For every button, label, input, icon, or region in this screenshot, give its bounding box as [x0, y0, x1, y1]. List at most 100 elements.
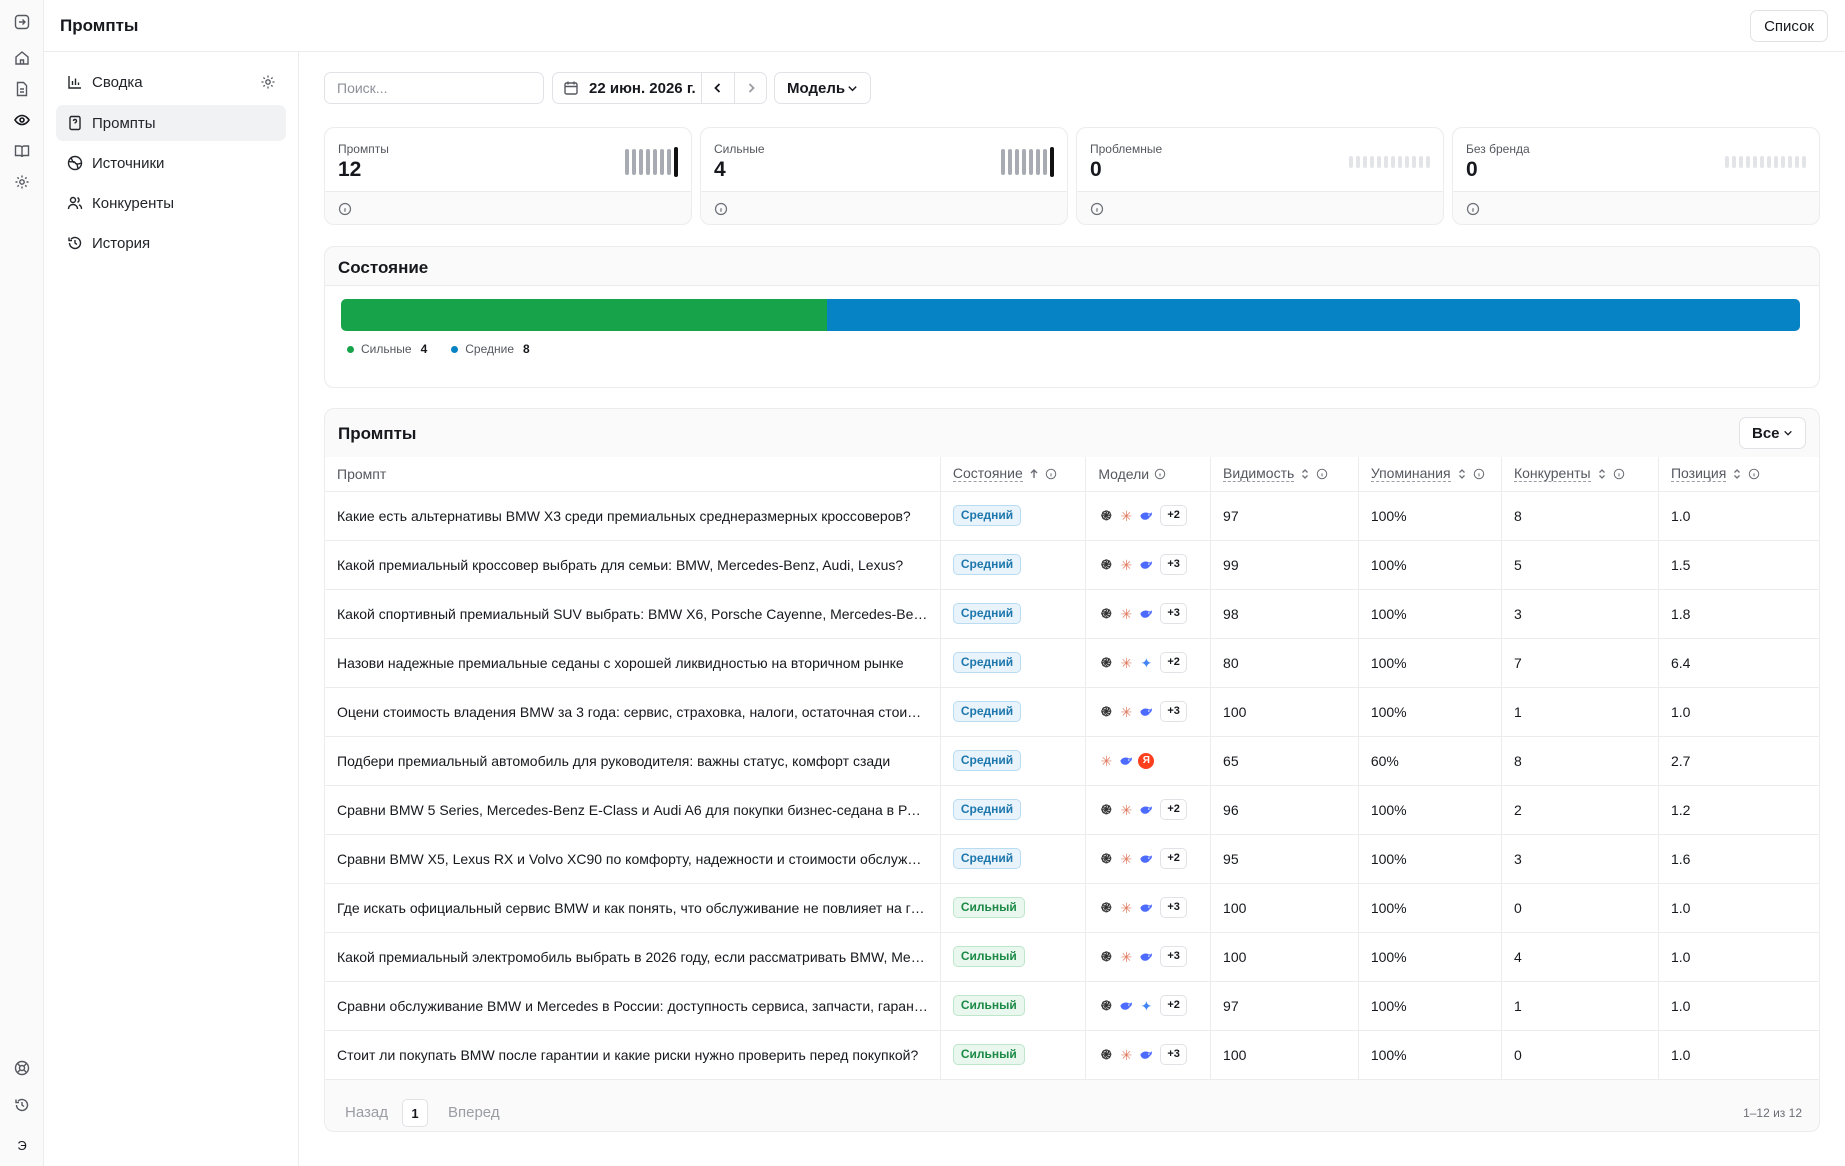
- prompt-cell[interactable]: Какие есть альтернативы BMW X3 среди пре…: [325, 491, 941, 541]
- visibility-cell: 98: [1210, 589, 1359, 639]
- sort-icon[interactable]: [1299, 468, 1311, 480]
- more-models-badge[interactable]: +3: [1160, 946, 1187, 967]
- history-icon[interactable]: [11, 1094, 33, 1116]
- info-icon[interactable]: [1154, 468, 1166, 480]
- prompt-cell[interactable]: Какой спортивный премиальный SUV выбрать…: [325, 589, 941, 639]
- table-row[interactable]: Назови надежные премиальные седаны с хор…: [325, 638, 1819, 688]
- list-view-button[interactable]: Список: [1750, 10, 1828, 42]
- sidebar-item-summary[interactable]: Сводка: [56, 64, 286, 100]
- date-picker[interactable]: 22 июн. 2026 г.: [552, 72, 767, 104]
- table-row[interactable]: Где искать официальный сервис BMW и как …: [325, 883, 1819, 933]
- table-row[interactable]: Сравни BMW 5 Series, Mercedes-Benz E-Cla…: [325, 785, 1819, 835]
- info-icon[interactable]: [1090, 202, 1104, 216]
- bar-chart-icon: [68, 76, 81, 89]
- info-icon[interactable]: [1316, 468, 1328, 480]
- help-icon[interactable]: [11, 1057, 33, 1079]
- prompt-cell[interactable]: Какой премиальный электромобиль выбрать …: [325, 932, 941, 982]
- sort-asc-icon[interactable]: [1028, 468, 1040, 480]
- prompt-cell[interactable]: Оцени стоимость владения BMW за 3 года: …: [325, 687, 941, 737]
- prompt-cell[interactable]: Стоит ли покупать BMW после гарантии и к…: [325, 1030, 941, 1080]
- home-icon[interactable]: [11, 47, 33, 69]
- document-icon[interactable]: [11, 78, 33, 100]
- more-models-badge[interactable]: +3: [1160, 701, 1187, 722]
- more-models-badge[interactable]: +3: [1160, 1044, 1187, 1065]
- sort-icon[interactable]: [1596, 468, 1608, 480]
- model-select[interactable]: Модель: [774, 72, 871, 104]
- sidebar-item-competitors[interactable]: Конкуренты: [56, 185, 286, 221]
- gear-icon[interactable]: [11, 171, 33, 193]
- date-value[interactable]: 22 июн. 2026 г.: [553, 73, 702, 103]
- info-icon[interactable]: [1466, 202, 1480, 216]
- prompt-cell[interactable]: Сравни обслуживание BMW и Mercedes в Рос…: [325, 981, 941, 1031]
- sort-icon[interactable]: [1731, 468, 1743, 480]
- prompt-cell[interactable]: Какой премиальный кроссовер выбрать для …: [325, 540, 941, 590]
- page-number-button[interactable]: 1: [402, 1099, 428, 1127]
- competitors-cell: 1: [1501, 687, 1659, 737]
- models-cell: ֎ ✳ +3: [1085, 883, 1212, 933]
- visibility-cell: 96: [1210, 785, 1359, 835]
- table-row[interactable]: Какие есть альтернативы BMW X3 среди пре…: [325, 491, 1819, 541]
- column-prompt: Промпт: [325, 457, 941, 492]
- spark-bar: [1753, 156, 1757, 168]
- table-row[interactable]: Какой спортивный премиальный SUV выбрать…: [325, 589, 1819, 639]
- sidebar-toggle-icon[interactable]: [11, 11, 33, 33]
- next-page-button[interactable]: Вперед: [448, 1104, 500, 1121]
- more-models-badge[interactable]: +2: [1160, 505, 1187, 526]
- column-competitors[interactable]: Конкуренты: [1501, 457, 1659, 492]
- table-row[interactable]: Сравни BMW X5, Lexus RX и Volvo XC90 по …: [325, 834, 1819, 884]
- column-visibility[interactable]: Видимость: [1210, 457, 1359, 492]
- book-icon[interactable]: [11, 140, 33, 162]
- column-mentions[interactable]: Упоминания: [1358, 457, 1502, 492]
- sidebar-item-label: Сводка: [92, 73, 143, 91]
- visibility-cell: 80: [1210, 638, 1359, 688]
- prev-date-button[interactable]: [702, 73, 734, 103]
- sidebar-item-sources[interactable]: Источники: [56, 145, 286, 181]
- info-icon[interactable]: [338, 202, 352, 216]
- position-cell: 1.5: [1658, 540, 1819, 590]
- table-row[interactable]: Подбери премиальный автомобиль для руков…: [325, 736, 1819, 786]
- strong-segment[interactable]: [341, 299, 828, 331]
- table-row[interactable]: Какой премиальный кроссовер выбрать для …: [325, 540, 1819, 590]
- prompt-cell[interactable]: Где искать официальный сервис BMW и как …: [325, 883, 941, 933]
- chatgpt-icon: ֎: [1101, 606, 1112, 621]
- prompt-cell[interactable]: Назови надежные премиальные седаны с хор…: [325, 638, 941, 688]
- info-icon[interactable]: [1613, 468, 1625, 480]
- sidebar-item-history[interactable]: История: [56, 225, 286, 261]
- info-icon[interactable]: [1748, 468, 1760, 480]
- more-models-badge[interactable]: +3: [1160, 603, 1187, 624]
- more-models-badge[interactable]: +3: [1160, 897, 1187, 918]
- prompt-cell[interactable]: Сравни BMW X5, Lexus RX и Volvo XC90 по …: [325, 834, 941, 884]
- next-date-button[interactable]: [734, 73, 766, 103]
- more-models-badge[interactable]: +2: [1160, 799, 1187, 820]
- section-title: Промпты: [338, 424, 417, 443]
- settings-gear-icon[interactable]: [260, 74, 276, 90]
- more-models-badge[interactable]: +2: [1160, 848, 1187, 869]
- info-icon[interactable]: [1473, 468, 1485, 480]
- search-input[interactable]: [324, 72, 544, 104]
- more-models-badge[interactable]: +2: [1160, 995, 1187, 1016]
- column-state[interactable]: Состояние: [940, 457, 1087, 492]
- history-icon: [68, 236, 82, 250]
- table-row[interactable]: Какой премиальный электромобиль выбрать …: [325, 932, 1819, 982]
- info-icon[interactable]: [1045, 468, 1057, 480]
- column-models: Модели: [1085, 457, 1212, 492]
- eye-icon[interactable]: [11, 109, 33, 131]
- stat-label: Сильные: [714, 142, 765, 156]
- state-filter-select[interactable]: Все: [1739, 417, 1806, 449]
- more-models-badge[interactable]: +2: [1160, 652, 1187, 673]
- position-cell: 1.8: [1658, 589, 1819, 639]
- table-row[interactable]: Стоит ли покупать BMW после гарантии и к…: [325, 1030, 1819, 1080]
- table-row[interactable]: Оцени стоимость владения BMW за 3 года: …: [325, 687, 1819, 737]
- medium-segment[interactable]: [827, 299, 1800, 331]
- more-models-badge[interactable]: +3: [1160, 554, 1187, 575]
- info-icon[interactable]: [714, 202, 728, 216]
- sort-icon[interactable]: [1456, 468, 1468, 480]
- column-position[interactable]: Позиция: [1658, 457, 1819, 492]
- position-cell: 1.6: [1658, 834, 1819, 884]
- prompt-cell[interactable]: Сравни BMW 5 Series, Mercedes-Benz E-Cla…: [325, 785, 941, 835]
- spark-bar: [1405, 156, 1409, 168]
- sidebar-item-prompts[interactable]: Промпты: [56, 105, 286, 141]
- table-row[interactable]: Сравни обслуживание BMW и Mercedes в Рос…: [325, 981, 1819, 1031]
- prev-page-button[interactable]: Назад: [345, 1104, 388, 1121]
- prompt-cell[interactable]: Подбери премиальный автомобиль для руков…: [325, 736, 941, 786]
